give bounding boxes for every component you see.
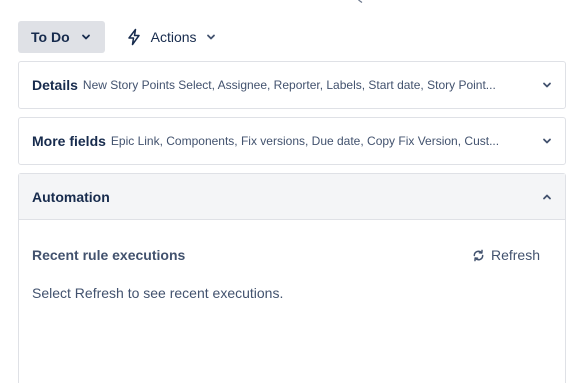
automation-panel: Automation Recent rule executions Refres… xyxy=(18,173,566,383)
details-summary: New Story Points Select, Assignee, Repor… xyxy=(82,78,496,92)
refresh-button[interactable]: Refresh xyxy=(472,247,553,263)
recent-executions-row: Recent rule executions Refresh xyxy=(32,247,553,263)
refresh-icon xyxy=(473,249,484,261)
automation-title: Automation xyxy=(32,188,110,205)
details-title: Details xyxy=(32,77,78,93)
refresh-label: Refresh xyxy=(490,247,540,263)
chevron-down-icon xyxy=(81,34,90,40)
automation-panel-header[interactable]: Automation xyxy=(19,174,565,220)
chevron-down-icon xyxy=(543,82,551,88)
details-panel: Details New Story Points Select, Assigne… xyxy=(18,61,566,109)
more-fields-panel-header[interactable]: More fields Epic Link, Components, Fix v… xyxy=(19,118,565,164)
more-fields-panel: More fields Epic Link, Components, Fix v… xyxy=(18,117,566,165)
actions-label: Actions xyxy=(150,29,197,45)
chevron-up-icon xyxy=(543,194,551,199)
actions-dropdown-button[interactable]: Actions xyxy=(119,21,223,53)
issue-toolbar: To Do Actions xyxy=(18,21,223,53)
status-dropdown-button[interactable]: To Do xyxy=(18,21,105,53)
recent-executions-title: Recent rule executions xyxy=(32,247,186,263)
lightning-bolt-icon xyxy=(127,28,140,46)
recent-executions-hint: Select Refresh to see recent executions. xyxy=(32,285,284,301)
cropped-edge-fragment xyxy=(358,0,363,3)
details-panel-header[interactable]: Details New Story Points Select, Assigne… xyxy=(19,62,565,108)
chevron-down-icon xyxy=(543,138,551,144)
more-fields-summary: Epic Link, Components, Fix versions, Due… xyxy=(110,134,500,148)
chevron-down-icon xyxy=(206,34,215,40)
more-fields-title: More fields xyxy=(32,133,106,149)
status-label: To Do xyxy=(31,29,70,45)
issue-sidebar: To Do Actions Details New Story Points S… xyxy=(0,0,581,383)
automation-panel-body: Recent rule executions Refresh Select Re… xyxy=(19,247,565,301)
